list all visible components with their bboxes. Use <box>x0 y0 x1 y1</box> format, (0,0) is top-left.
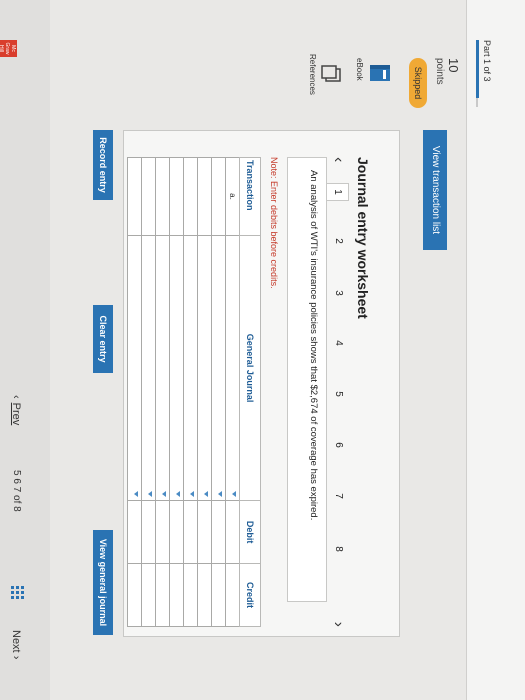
table-row <box>183 157 198 627</box>
account-select[interactable] <box>141 235 156 501</box>
transaction-cell <box>197 157 212 236</box>
transaction-cell <box>211 157 226 236</box>
part-progress-track <box>476 98 478 107</box>
points-value: 10 <box>446 58 461 73</box>
next-button[interactable]: Next › <box>10 630 22 659</box>
worksheet-pager: ‹ 1 2 3 4 5 6 7 8 › <box>326 157 349 627</box>
credit-input[interactable] <box>127 563 142 627</box>
record-entry-button[interactable]: Record entry <box>93 130 113 200</box>
view-transaction-list-button[interactable]: View transaction list <box>423 130 447 250</box>
table-row <box>197 157 212 627</box>
pager-page-6[interactable]: 6 <box>327 437 349 453</box>
chevron-left-icon: ‹ <box>10 395 22 399</box>
credit-input[interactable] <box>211 563 226 627</box>
transaction-cell <box>127 157 142 236</box>
points-label: points <box>434 58 445 85</box>
chevron-right-icon[interactable]: › <box>327 622 349 627</box>
pager-page-5[interactable]: 5 <box>327 386 349 402</box>
transaction-cell <box>183 157 198 236</box>
debit-input[interactable] <box>197 500 212 564</box>
references-label[interactable]: References <box>308 54 317 95</box>
table-row <box>169 157 184 627</box>
pager-page-2[interactable]: 2 <box>327 233 349 249</box>
credit-input[interactable] <box>183 563 198 627</box>
view-general-journal-button[interactable]: View general journal <box>93 530 113 635</box>
account-select[interactable] <box>169 235 184 501</box>
ebook-label[interactable]: eBook <box>355 58 364 81</box>
table-row <box>141 157 156 627</box>
app-stage: Part 1 of 3 10 points Skipped eBook Refe… <box>0 0 525 700</box>
worksheet-title: Journal entry worksheet <box>355 157 371 319</box>
credit-input[interactable] <box>197 563 212 627</box>
transaction-description: An analysis of WTI's insurance policies … <box>287 157 327 602</box>
bottom-nav: ‹ Prev 5 6 7 of 8 Next › <box>0 0 50 700</box>
page-indicator: 5 6 7 of 8 <box>11 470 22 512</box>
account-select[interactable] <box>211 235 226 501</box>
column-header-transaction: Transaction <box>239 157 261 236</box>
credit-input[interactable] <box>141 563 156 627</box>
account-select[interactable] <box>225 235 240 501</box>
journal-entry-worksheet: Journal entry worksheet ‹ 1 2 3 4 5 6 7 … <box>123 130 400 637</box>
pager-page-4[interactable]: 4 <box>327 335 349 351</box>
account-select[interactable] <box>183 235 198 501</box>
account-select[interactable] <box>127 235 142 501</box>
prev-label: Prev <box>10 402 22 426</box>
account-select[interactable] <box>197 235 212 501</box>
table-row: a. <box>225 157 240 627</box>
book-icon[interactable] <box>368 62 392 84</box>
debit-input[interactable] <box>169 500 184 564</box>
grid-icon[interactable] <box>10 586 24 600</box>
table-row <box>211 157 226 627</box>
transaction-cell: a. <box>225 157 240 236</box>
transaction-cell <box>155 157 170 236</box>
debit-input[interactable] <box>155 500 170 564</box>
column-header-credit: Credit <box>239 563 261 627</box>
part-label: Part 1 of 3 <box>482 40 492 82</box>
transaction-cell <box>141 157 156 236</box>
pager-page-1[interactable]: 1 <box>326 183 349 201</box>
debit-input[interactable] <box>225 500 240 564</box>
part-progress-fill <box>476 40 479 98</box>
clear-entry-button[interactable]: Clear entry <box>93 305 113 373</box>
debit-input[interactable] <box>127 500 142 564</box>
pager-page-8[interactable]: 8 <box>327 541 349 557</box>
account-select[interactable] <box>155 235 170 501</box>
table-row <box>127 157 142 627</box>
debit-input[interactable] <box>211 500 226 564</box>
left-panel: 10 points Skipped eBook References <box>0 40 467 130</box>
debit-input[interactable] <box>141 500 156 564</box>
top-bar: Part 1 of 3 <box>466 0 525 700</box>
references-icon[interactable] <box>320 64 342 84</box>
prev-button[interactable]: ‹ Prev <box>10 395 22 425</box>
column-header-general-journal: General Journal <box>239 235 261 501</box>
credit-input[interactable] <box>225 563 240 627</box>
chevron-left-icon[interactable]: ‹ <box>327 157 349 162</box>
mcgraw-hill-logo-icon: Mc Graw Hill <box>0 40 17 57</box>
journal-table: Transaction General Journal Debit Credit… <box>127 157 261 627</box>
pager-page-7[interactable]: 7 <box>327 488 349 504</box>
pager-page-3[interactable]: 3 <box>327 285 349 301</box>
note-text: Note: Enter debits before credits. <box>269 157 279 289</box>
debit-input[interactable] <box>183 500 198 564</box>
credit-input[interactable] <box>169 563 184 627</box>
transaction-cell <box>169 157 184 236</box>
credit-input[interactable] <box>155 563 170 627</box>
column-header-debit: Debit <box>239 500 261 564</box>
chevron-right-icon: › <box>10 655 22 660</box>
next-label: Next <box>10 630 22 653</box>
table-row <box>155 157 170 627</box>
status-badge: Skipped <box>409 58 427 108</box>
